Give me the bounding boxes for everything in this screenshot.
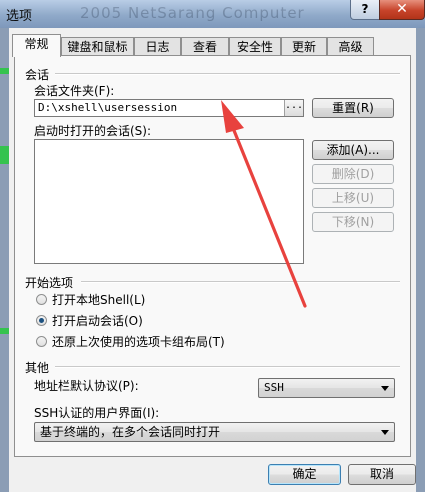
taskbar-accent — [0, 68, 9, 74]
section-divider — [55, 73, 400, 75]
general-tab-panel: 会话 会话文件夹(F): D:\xshell\usersession ... 重… — [14, 55, 411, 457]
ssh-ui-label: SSH认证的用户界面(I): — [34, 406, 160, 420]
tab-keyboard-mouse[interactable]: 键盘和鼠标 — [61, 37, 134, 56]
radio-open-startup-sessions[interactable]: 打开启动会话(O) — [36, 313, 276, 329]
left-window-frame — [0, 28, 9, 492]
add-session-button[interactable]: 添加(A)... — [312, 140, 394, 160]
startup-sessions-label: 启动时打开的会话(S): — [34, 124, 152, 138]
window-title: 选项 — [6, 9, 33, 24]
tab-view[interactable]: 查看 — [181, 37, 229, 56]
delete-session-button[interactable]: 删除(D) — [312, 164, 394, 184]
radio-label: 还原上次使用的选项卡组布局(T) — [52, 335, 225, 349]
close-button[interactable]: ✕ — [379, 0, 425, 20]
move-down-button[interactable]: 下移(N) — [312, 212, 394, 232]
radio-button[interactable] — [36, 336, 47, 347]
other-section-title: 其他 — [25, 361, 50, 375]
radio-label: 打开启动会话(O) — [52, 314, 143, 328]
ssh-ui-value: 基于终端的，在多个会话同时打开 — [40, 425, 221, 439]
chevron-down-icon — [381, 386, 389, 391]
help-button[interactable]: ? — [350, 0, 380, 20]
browse-folder-button[interactable]: ... — [284, 100, 303, 116]
radio-button[interactable] — [36, 294, 47, 305]
right-window-frame — [416, 28, 425, 492]
background-window-title: 2005 NetSarang Computer — [80, 4, 305, 22]
reset-button[interactable]: 重置(R) — [312, 98, 394, 118]
radio-label: 打开本地Shell(L) — [52, 293, 146, 307]
address-protocol-label: 地址栏默认协议(P): — [34, 379, 139, 393]
taskbar-accent — [0, 146, 9, 164]
radio-restore-tab-layout[interactable]: 还原上次使用的选项卡组布局(T) — [36, 334, 296, 350]
start-options-title: 开始选项 — [25, 276, 74, 290]
session-folder-value: D:\xshell\usersession — [38, 101, 178, 114]
tab-log[interactable]: 日志 — [134, 37, 181, 56]
close-icon: ✕ — [396, 1, 408, 17]
cancel-button[interactable]: 取消 — [348, 464, 416, 485]
chevron-down-icon — [381, 430, 389, 435]
tab-update[interactable]: 更新 — [281, 37, 327, 56]
tab-general[interactable]: 常规 — [12, 34, 61, 57]
dialog-body: 常规 键盘和鼠标 日志 查看 安全性 更新 高级 会话 会话文件夹(F): D:… — [9, 28, 416, 492]
ok-button[interactable]: 确定 — [268, 464, 341, 485]
section-divider — [81, 281, 400, 283]
radio-open-local-shell[interactable]: 打开本地Shell(L) — [36, 292, 276, 308]
session-folder-label: 会话文件夹(F): — [34, 84, 115, 98]
taskbar-accent — [0, 328, 9, 334]
session-section-title: 会话 — [25, 68, 50, 82]
tab-advanced[interactable]: 高级 — [327, 37, 374, 56]
title-bar: 选项 2005 NetSarang Computer ? ✕ — [0, 0, 425, 28]
address-protocol-value: SSH — [264, 381, 284, 394]
address-protocol-select[interactable]: SSH — [258, 378, 395, 398]
session-folder-input[interactable]: D:\xshell\usersession ... — [34, 99, 304, 117]
move-up-button[interactable]: 上移(U) — [312, 188, 394, 208]
ssh-ui-select[interactable]: 基于终端的，在多个会话同时打开 — [34, 422, 395, 442]
radio-button-selected[interactable] — [36, 315, 47, 326]
startup-sessions-list[interactable] — [34, 139, 304, 264]
section-divider — [55, 366, 400, 368]
tab-security[interactable]: 安全性 — [229, 37, 281, 56]
